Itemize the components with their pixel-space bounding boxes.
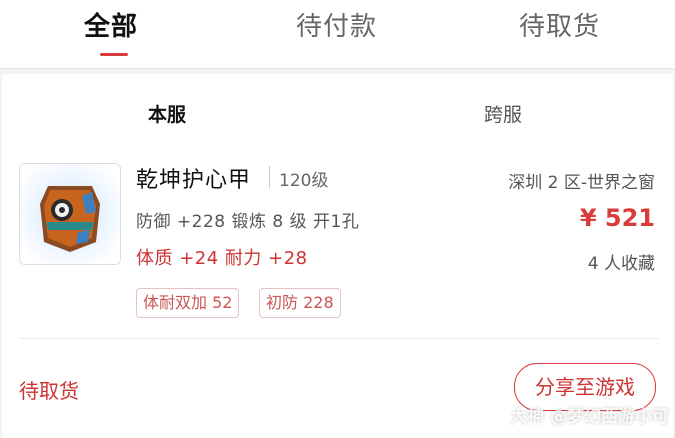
watermark: 大神 @梦幻西游小可 — [510, 407, 669, 427]
armor-icon — [20, 164, 120, 264]
order-tabs: 全部 待付款 待取货 — [0, 0, 675, 69]
active-tab-indicator — [100, 53, 128, 56]
item-tag: 体耐双加 52 — [136, 288, 240, 318]
favorite-count: 4 人收藏 — [587, 254, 655, 274]
item-stats: 防御 +228 锻炼 8 级 开1孔 — [136, 212, 360, 232]
item-price: ¥ 521 — [579, 204, 655, 232]
subtab-cross-server[interactable]: 跨服 — [484, 100, 522, 127]
item-thumbnail[interactable] — [19, 163, 121, 265]
tab-pending-payment[interactable]: 待付款 — [296, 6, 377, 43]
card-divider — [19, 338, 659, 339]
subtab-local-server[interactable]: 本服 — [148, 100, 186, 127]
item-level: 120级 — [279, 171, 329, 191]
order-status: 待取货 — [19, 379, 79, 403]
item-attributes: 体质 +24 耐力 +28 — [136, 248, 308, 269]
tab-all[interactable]: 全部 — [84, 6, 138, 43]
item-tag: 初防 228 — [259, 288, 341, 318]
server-name: 深圳 2 区-世界之窗 — [508, 173, 655, 193]
name-level-divider — [269, 166, 270, 188]
tab-pending-pickup[interactable]: 待取货 — [519, 6, 600, 43]
item-name: 乾坤护心甲 — [136, 168, 252, 193]
order-card: 本服 跨服 乾坤护心甲 120级 防御 +228 锻炼 8 级 开1孔 体质 +… — [2, 74, 673, 438]
